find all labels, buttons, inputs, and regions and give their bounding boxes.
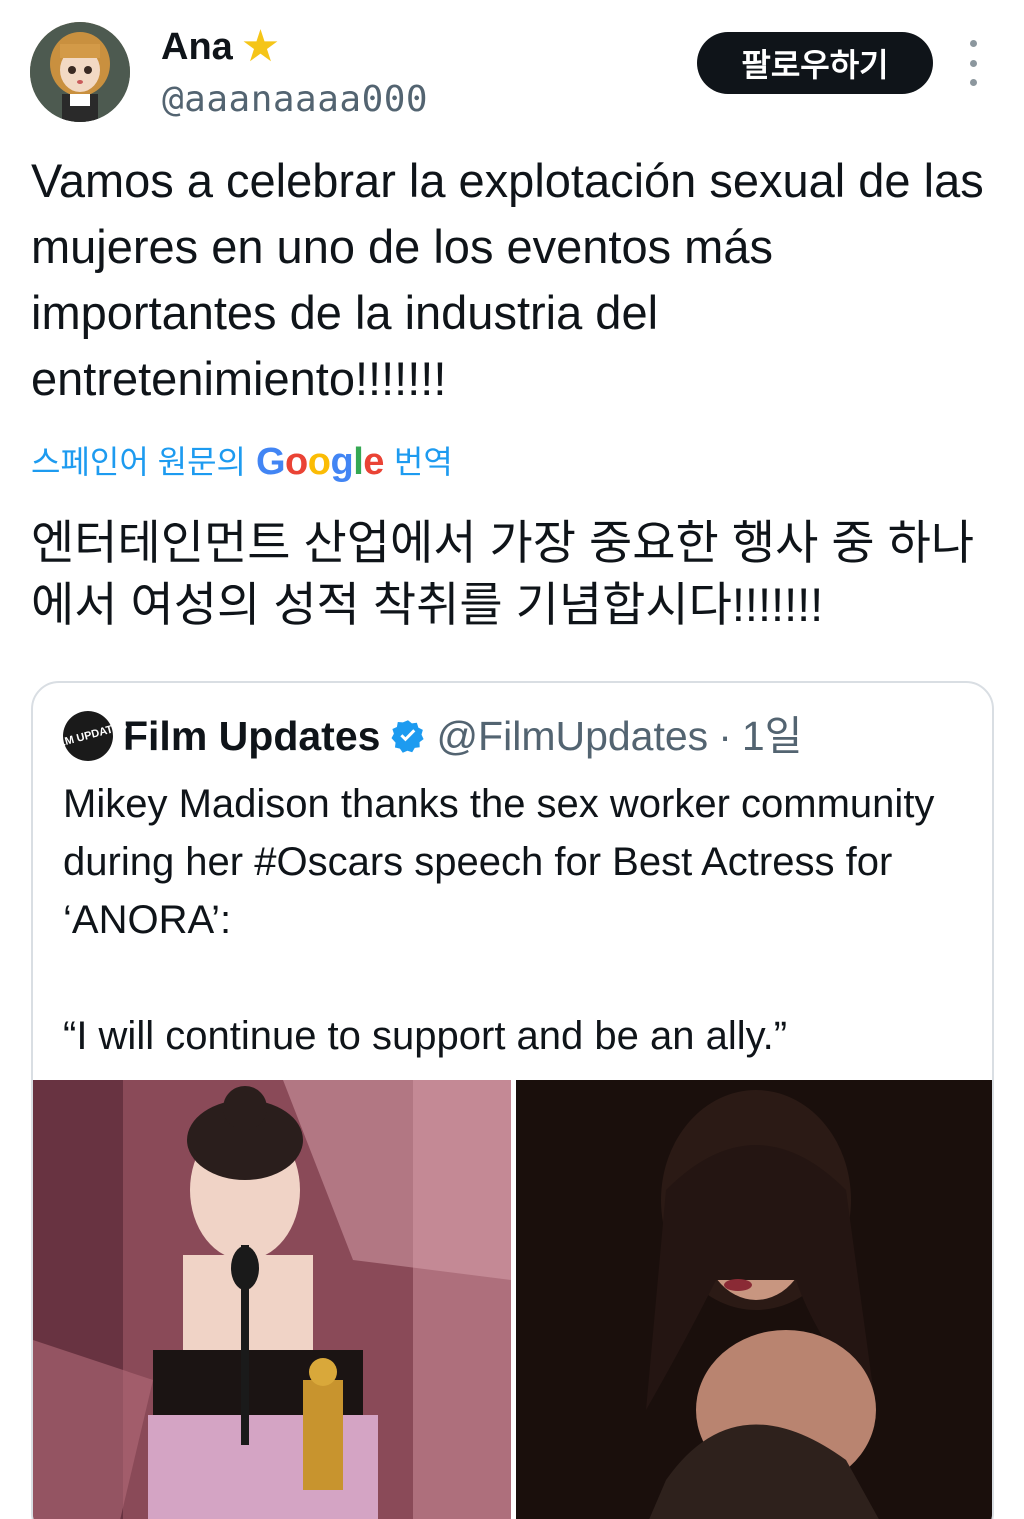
translate-prefix: 스페인어 원문의: [31, 444, 246, 480]
doll-avatar-image: [30, 22, 130, 122]
google-logo: Google: [255, 441, 384, 483]
quoted-tweet-media: [33, 1080, 992, 1519]
author-avatar[interactable]: [30, 22, 130, 122]
follow-button[interactable]: 팔로우하기: [697, 32, 933, 94]
author-name-text: Ana: [161, 26, 233, 68]
quoted-tweet-card[interactable]: FILM UPDATES Film Updates @FilmUpdates ·…: [31, 681, 994, 1519]
tweet-body-text: Vamos a celebrar la explotación sexual d…: [31, 154, 984, 405]
portrait-illustration: [516, 1080, 992, 1519]
oscars-speech-photo[interactable]: [33, 1080, 511, 1519]
quoted-tweet-time[interactable]: 1일: [742, 711, 803, 761]
quoted-author-handle[interactable]: @FilmUpdates: [436, 711, 708, 761]
translate-suffix: 번역: [393, 444, 453, 480]
separator-dot: ·: [718, 713, 732, 759]
more-vertical-icon[interactable]: [958, 40, 988, 86]
author-handle[interactable]: @aaanaaaa000: [162, 78, 428, 122]
translation-attribution[interactable]: 스페인어 원문의 Google 번역: [31, 440, 453, 484]
quoted-author-avatar[interactable]: FILM UPDATES: [47, 705, 128, 767]
star-icon: ★: [240, 22, 281, 71]
translated-text: 엔터테인먼트 산업에서 가장 중요한 행사 중 하나에서 여성의 성적 착취를 …: [31, 516, 975, 631]
tweet-page: Ana ★ @aaanaaaa000 팔로우하기 Vamos a celebra…: [0, 0, 1024, 1519]
quoted-tweet-header: FILM UPDATES Film Updates @FilmUpdates ·…: [47, 705, 803, 767]
portrait-photo[interactable]: [516, 1080, 992, 1519]
author-display-name[interactable]: Ana ★: [161, 24, 280, 70]
verified-badge-icon: [391, 720, 425, 753]
oscars-speech-illustration: [33, 1080, 511, 1519]
quoted-tweet-text: Mikey Madison thanks the sex worker comm…: [63, 782, 935, 1058]
quoted-author-name[interactable]: Film Updates: [123, 711, 380, 761]
